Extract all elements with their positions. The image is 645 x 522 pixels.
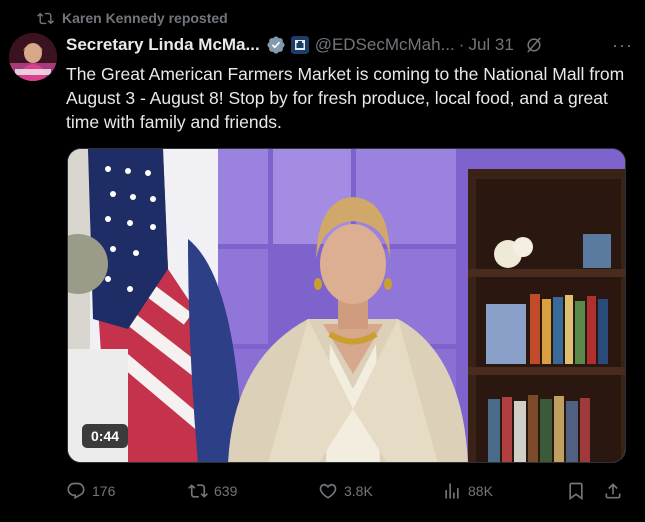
tweet-text: The Great American Farmers Market is com… — [66, 64, 625, 132]
repost-button[interactable]: 639 — [188, 481, 237, 501]
like-button[interactable]: 3.8K — [318, 481, 373, 501]
repost-icon — [37, 12, 54, 24]
post-date[interactable]: Jul 31 — [468, 35, 513, 55]
affiliation-badge-icon[interactable] — [290, 36, 309, 54]
views-button[interactable]: 88K — [442, 481, 493, 501]
author-handle[interactable]: @EDSecMcMah... — [315, 35, 455, 55]
repost-indicator[interactable]: Karen Kennedy reposted — [37, 9, 228, 27]
share-icon — [605, 483, 621, 499]
verified-badge-icon[interactable] — [266, 35, 286, 55]
reply-button[interactable]: 176 — [66, 481, 115, 501]
views-chart-icon — [445, 483, 459, 499]
reply-icon — [67, 482, 85, 500]
avatar[interactable] — [9, 33, 57, 81]
share-button[interactable] — [603, 481, 623, 501]
video-thumbnail — [68, 149, 625, 462]
separator-dot: · — [458, 35, 465, 54]
video-duration: 0:44 — [82, 424, 129, 448]
reply-count: 176 — [92, 483, 116, 499]
author-display-name[interactable]: Secretary Linda McMa... — [66, 35, 260, 55]
repost-count: 639 — [214, 483, 238, 499]
heart-icon — [319, 483, 337, 499]
like-count: 3.8K — [344, 483, 373, 499]
tweet-header: Secretary Linda McMa... @EDSecMcMah... ·… — [66, 34, 633, 56]
bookmark-icon — [569, 482, 583, 501]
more-options-icon[interactable]: ··· — [612, 35, 633, 56]
bookmark-button[interactable] — [566, 481, 586, 501]
repost-icon — [188, 484, 208, 498]
video-player[interactable]: 0:44 — [67, 148, 626, 463]
action-bar: 176 639 3.8K 88K — [66, 478, 626, 504]
view-count: 88K — [468, 483, 493, 499]
repost-text: Karen Kennedy reposted — [62, 10, 228, 26]
grok-icon[interactable] — [524, 35, 544, 55]
